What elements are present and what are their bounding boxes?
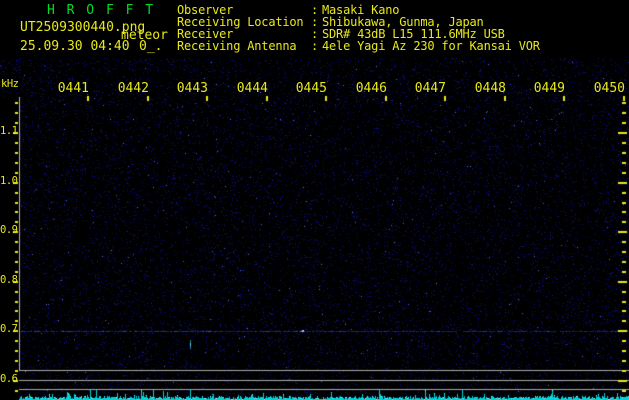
time-axis-label: 0444 (235, 82, 268, 95)
time-axis-label: 0448 (473, 82, 506, 95)
freq-axis-label: 1.0 (0, 176, 17, 187)
time-axis-label: 0447 (413, 82, 446, 95)
info-separator: : (311, 40, 318, 52)
spectrogram-canvas (0, 0, 629, 400)
time-axis-label: 0449 (532, 82, 565, 95)
freq-axis-label: 0.8 (0, 275, 17, 286)
time-axis-label: 0445 (294, 82, 327, 95)
time-axis-label: 0441 (56, 82, 89, 95)
freq-axis-label: 0.7 (0, 324, 17, 335)
app-title: H R O F F T (47, 4, 155, 17)
counter-glyphs: 0_. (139, 40, 162, 53)
time-axis-label: 0443 (175, 82, 208, 95)
freq-axis-label: 0.9 (0, 225, 17, 236)
info-label: Receiving Antenna (177, 40, 296, 52)
time-axis-label: 0450 (592, 82, 625, 95)
time-axis-label: 0442 (116, 82, 149, 95)
freq-axis-label: 0.6 (0, 374, 17, 385)
hrofft-window: H R O F F T UT2509300440.png meteor 25.0… (0, 0, 629, 400)
info-value: 4ele Yagi Az 230 for Kansai VOR (322, 40, 540, 52)
freq-axis-label: 1.1 (0, 126, 17, 137)
time-axis-label: 0446 (354, 82, 387, 95)
freq-axis-unit: kHz (1, 79, 18, 90)
capture-datetime: 25.09.30 04:40 (20, 40, 130, 53)
